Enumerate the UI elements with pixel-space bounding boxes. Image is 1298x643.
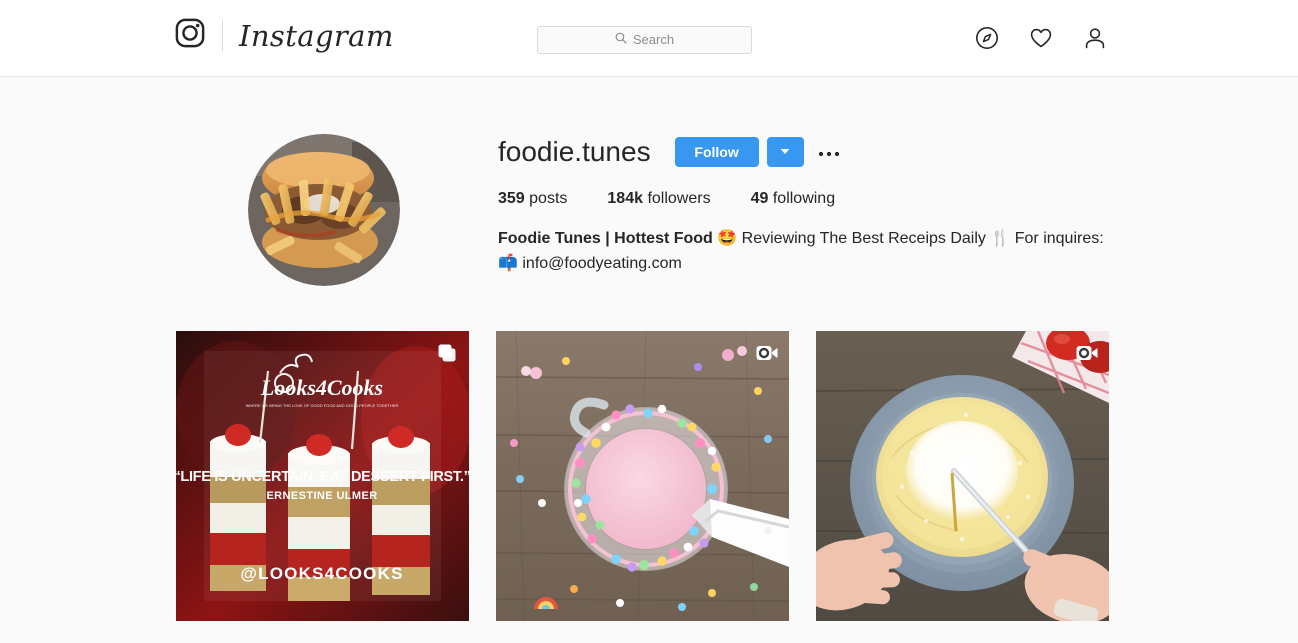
post1-brand-text: Looks4Cooks <box>260 375 383 400</box>
profile-person-icon[interactable] <box>1083 26 1107 55</box>
follow-button[interactable]: Follow <box>674 137 759 167</box>
stat-posts-label: posts <box>529 190 568 207</box>
search-placeholder-text: Search <box>632 32 675 47</box>
stat-followers[interactable]: 184k followers <box>607 189 710 209</box>
stat-following-value: 49 <box>750 190 769 207</box>
explore-compass-icon[interactable] <box>975 26 999 55</box>
stat-following-label: following <box>772 190 836 207</box>
post-image: Looks4Cooks WHERE WE BRING THE LOVE OF G… <box>176 331 469 621</box>
post-image <box>496 331 789 621</box>
post-grid: Looks4Cooks WHERE WE BRING THE LOVE OF G… <box>176 331 1116 621</box>
instagram-camera-icon[interactable] <box>175 18 205 53</box>
mailbox-emoji-icon: 📫 <box>498 253 518 272</box>
bio-text-reviewing: Reviewing The Best Receips Daily <box>741 230 986 247</box>
post1-handle-text: @LOOKS4COOKS <box>240 564 403 583</box>
avatar[interactable] <box>248 134 400 286</box>
brand-area[interactable]: Instagram <box>175 18 394 53</box>
stat-followers-value: 184k <box>607 190 643 207</box>
search-icon <box>615 31 627 49</box>
follow-dropdown-button[interactable] <box>766 137 804 167</box>
top-navigation-bar: Instagram Search <box>0 0 1298 77</box>
chevron-down-icon <box>779 145 791 160</box>
post-pink-sprinkle-drink[interactable] <box>496 331 789 621</box>
more-options-button[interactable] <box>816 139 842 165</box>
bio-title: Foodie Tunes | Hottest Food <box>498 230 713 247</box>
stats-row: 359 posts 184k followers 49 following <box>498 189 1118 209</box>
profile-details: foodie.tunes Follow 359 posts 184k follo… <box>498 132 1118 276</box>
fork-and-knife-emoji-icon: 🍴 <box>990 228 1011 247</box>
post-image <box>816 331 1109 621</box>
search-input[interactable]: Search <box>537 26 752 54</box>
instagram-wordmark[interactable]: Instagram <box>239 20 394 52</box>
brand-divider <box>222 20 223 51</box>
stat-posts-value: 359 <box>498 190 525 207</box>
more-options-icon <box>818 145 840 160</box>
post1-author-text: ERNESTINE ULMER <box>266 490 377 502</box>
post1-quote-text: “LIFE IS UNCERTAIN. EAT DESSERT FIRST.” <box>176 469 469 485</box>
stat-followers-label: followers <box>647 190 711 207</box>
post-dessert-quote[interactable]: Looks4Cooks WHERE WE BRING THE LOVE OF G… <box>176 331 469 621</box>
post1-tagline-text: WHERE WE BRING THE LOVE OF GOOD FOOD AND… <box>246 403 399 408</box>
nav-icon-group <box>975 26 1107 55</box>
avatar-image <box>248 134 400 286</box>
bio-email: info@foodyeating.com <box>522 255 682 272</box>
activity-heart-icon[interactable] <box>1029 26 1053 55</box>
profile-bio: Foodie Tunes | Hottest Food 🤩 Reviewing … <box>498 226 1106 276</box>
stat-posts[interactable]: 359 posts <box>498 189 567 209</box>
page-title: foodie.tunes <box>498 136 651 167</box>
post-powdered-cake[interactable] <box>816 331 1109 621</box>
star-struck-emoji-icon: 🤩 <box>717 228 738 247</box>
stat-following[interactable]: 49 following <box>751 189 836 209</box>
bio-text-inquires: For inquires: <box>1014 230 1104 247</box>
username-row: foodie.tunes Follow <box>498 132 1118 172</box>
